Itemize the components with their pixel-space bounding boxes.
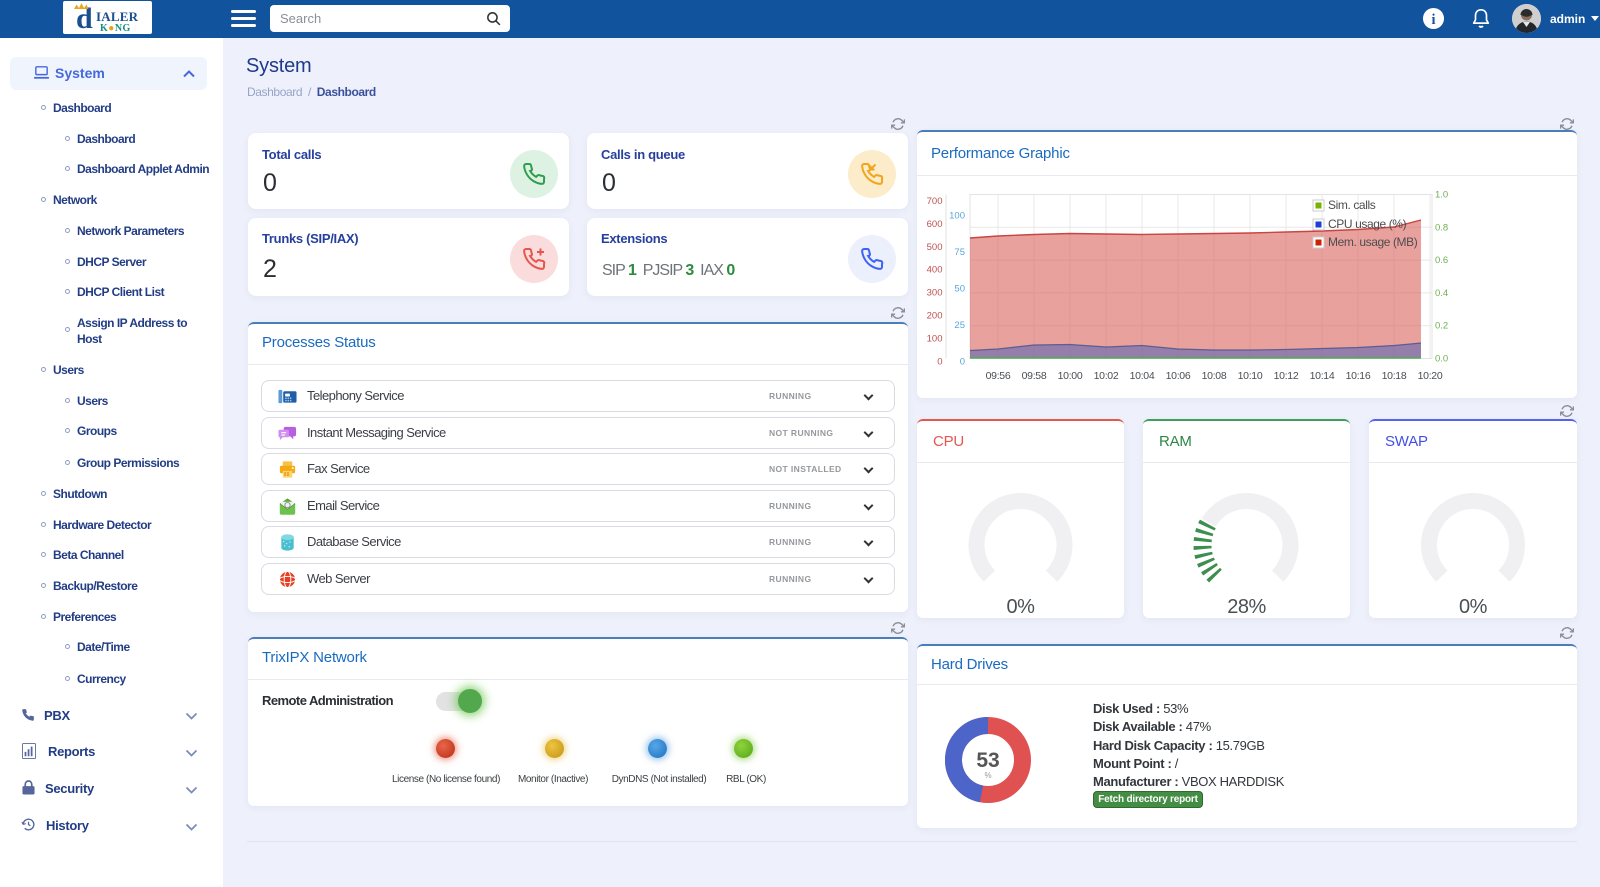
- svg-text:10:16: 10:16: [1346, 370, 1371, 382]
- svg-text:09:58: 09:58: [1022, 370, 1047, 382]
- svg-text:0.8: 0.8: [1435, 222, 1448, 233]
- svg-text:600: 600: [927, 219, 943, 230]
- svg-text:Mem. usage (MB): Mem. usage (MB): [1328, 235, 1418, 249]
- svg-text:10:10: 10:10: [1238, 370, 1263, 382]
- svg-text:700: 700: [927, 196, 943, 207]
- svg-text:i: i: [1432, 12, 1436, 28]
- svg-text:10:04: 10:04: [1130, 370, 1155, 382]
- svg-text:10:20: 10:20: [1418, 370, 1443, 382]
- svg-text:10:08: 10:08: [1202, 370, 1227, 382]
- svg-text:100: 100: [949, 211, 965, 222]
- svg-text:10:12: 10:12: [1274, 370, 1299, 382]
- svg-text:300: 300: [927, 288, 943, 299]
- svg-text:0: 0: [937, 356, 942, 367]
- svg-text:%: %: [984, 771, 991, 780]
- svg-text:10:14: 10:14: [1310, 370, 1335, 382]
- svg-text:CPU usage (%): CPU usage (%): [1328, 217, 1407, 231]
- svg-text:K●NG: K●NG: [100, 23, 131, 34]
- svg-text:10:18: 10:18: [1382, 370, 1407, 382]
- svg-text:50: 50: [954, 284, 965, 295]
- svg-text:10:00: 10:00: [1058, 370, 1083, 382]
- svg-text:0.0: 0.0: [1435, 354, 1448, 365]
- svg-text:Sim. calls: Sim. calls: [1328, 198, 1376, 212]
- svg-text:53: 53: [976, 749, 999, 772]
- svg-text:0: 0: [960, 356, 965, 367]
- svg-text:1.0: 1.0: [1435, 190, 1448, 201]
- svg-text:0.6: 0.6: [1435, 255, 1448, 266]
- svg-text:500: 500: [927, 242, 943, 253]
- svg-text:10:02: 10:02: [1094, 370, 1119, 382]
- svg-text:d: d: [76, 2, 93, 34]
- svg-text:75: 75: [954, 247, 965, 258]
- svg-text:100: 100: [927, 333, 943, 344]
- svg-text:200: 200: [927, 311, 943, 322]
- svg-text:09:56: 09:56: [986, 370, 1011, 382]
- svg-text:400: 400: [927, 265, 943, 276]
- svg-text:10:06: 10:06: [1166, 370, 1191, 382]
- svg-text:0.2: 0.2: [1435, 321, 1448, 332]
- svg-text:IALER: IALER: [96, 9, 139, 24]
- svg-text:0.4: 0.4: [1435, 288, 1448, 299]
- svg-text:25: 25: [954, 320, 965, 331]
